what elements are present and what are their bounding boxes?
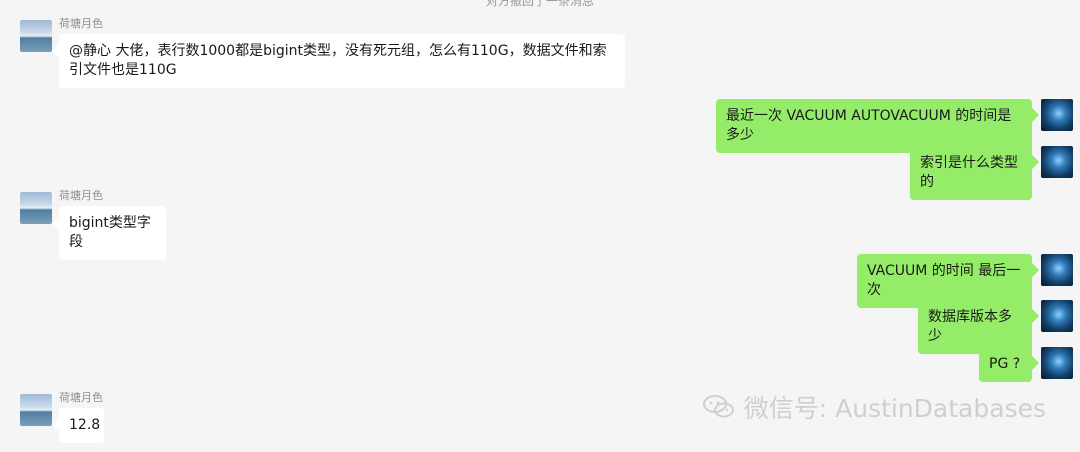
message-text: PG ? xyxy=(989,356,1021,372)
avatar[interactable] xyxy=(20,192,52,224)
message-text: 数据库版本多少 xyxy=(928,309,1012,344)
sender-name: 荷塘月色 xyxy=(59,391,103,404)
message-bubble[interactable]: PG ? xyxy=(979,347,1032,382)
message-bubble[interactable]: 12.8 xyxy=(59,408,104,443)
message-text: 索引是什么类型的 xyxy=(920,155,1018,190)
message-bubble[interactable]: 数据库版本多少 xyxy=(918,300,1032,354)
message-text: 最近一次 VACUUM AUTOVACUUM 的时间是多少 xyxy=(726,108,1012,143)
message-text: VACUUM 的时间 最后一次 xyxy=(867,263,1021,298)
message-text: bigint类型字段 xyxy=(69,215,151,250)
wechat-logo-icon xyxy=(702,395,734,418)
system-message: 对方撤回了一条消息 xyxy=(485,0,594,8)
message-bubble[interactable]: VACUUM 的时间 最后一次 xyxy=(857,254,1032,308)
message-bubble[interactable]: @静心 大佬，表行数1000都是bigint类型，没有死元组，怎么有110G，数… xyxy=(59,34,625,88)
avatar[interactable] xyxy=(1041,347,1073,379)
message-text: @静心 大佬，表行数1000都是bigint类型，没有死元组，怎么有110G，数… xyxy=(69,43,607,78)
avatar[interactable] xyxy=(1041,300,1073,332)
avatar[interactable] xyxy=(1041,146,1073,178)
avatar[interactable] xyxy=(20,20,52,52)
wechat-watermark: 微信号: AustinDatabases xyxy=(702,389,1046,425)
avatar[interactable] xyxy=(20,394,52,426)
watermark-text: 微信号: AustinDatabases xyxy=(743,394,1046,423)
sender-name: 荷塘月色 xyxy=(59,189,103,202)
sender-name: 荷塘月色 xyxy=(59,17,103,30)
avatar[interactable] xyxy=(1041,254,1073,286)
message-text: 12.8 xyxy=(69,417,101,433)
message-bubble[interactable]: bigint类型字段 xyxy=(59,206,166,260)
message-bubble[interactable]: 最近一次 VACUUM AUTOVACUUM 的时间是多少 xyxy=(716,99,1032,153)
avatar[interactable] xyxy=(1041,99,1073,131)
message-bubble[interactable]: 索引是什么类型的 xyxy=(910,146,1032,200)
